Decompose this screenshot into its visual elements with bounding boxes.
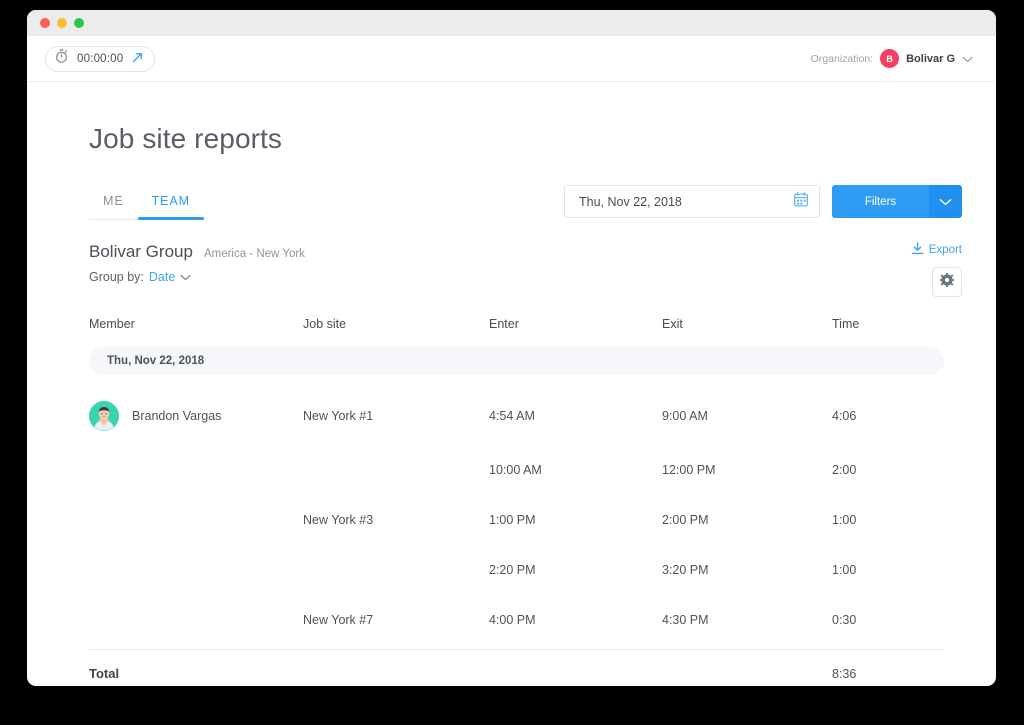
column-header-member: Member [89, 317, 303, 331]
organization-name: Bolivar G [906, 53, 955, 65]
table-row[interactable]: New York #7 4:00 PM 4:30 PM 0:30 [89, 595, 944, 645]
cell-exit: 2:00 PM [662, 513, 832, 527]
group-by-value[interactable]: Date [149, 270, 175, 284]
cell-time: 0:30 [832, 613, 944, 627]
close-window-button[interactable] [40, 18, 50, 28]
app-window: 00:00:00 Organization: B Bolivar G Job s… [27, 10, 996, 686]
date-group-band: Thu, Nov 22, 2018 [89, 347, 944, 375]
stopwatch-icon [55, 49, 68, 68]
controls-row: ME TEAM Thu, Nov 22, 2018 [89, 182, 962, 220]
date-picker-value: Thu, Nov 22, 2018 [579, 195, 682, 209]
organization-avatar: B [880, 49, 899, 68]
cell-member: Brandon Vargas [89, 401, 303, 431]
cell-enter: 4:54 AM [489, 409, 662, 423]
group-header: Bolivar Group America - New York Group b… [89, 242, 962, 297]
group-timezone: America - New York [204, 248, 305, 260]
chevron-down-icon[interactable] [962, 50, 973, 68]
chevron-down-icon[interactable] [180, 270, 191, 284]
table-row[interactable]: New York #3 1:00 PM 2:00 PM 1:00 [89, 495, 944, 545]
group-title-line: Bolivar Group America - New York [89, 242, 305, 262]
cell-job-site: New York #1 [303, 409, 489, 423]
timer-widget[interactable]: 00:00:00 [45, 46, 155, 72]
table-row[interactable]: 10:00 AM 12:00 PM 2:00 [89, 445, 944, 495]
cell-enter: 2:20 PM [489, 563, 662, 577]
tab-bar: ME TEAM [89, 182, 204, 220]
cell-job-site: New York #7 [303, 613, 489, 627]
settings-button[interactable] [932, 267, 962, 297]
traffic-lights [40, 18, 84, 28]
group-by-control: Group by: Date [89, 270, 305, 284]
organization-switcher[interactable]: Organization: B Bolivar G [811, 49, 973, 68]
column-header-time: Time [832, 317, 944, 331]
arrow-up-right-icon[interactable] [132, 50, 143, 68]
table-header-row: Member Job site Enter Exit Time [89, 307, 944, 341]
cell-exit: 4:30 PM [662, 613, 832, 627]
window-titlebar [27, 10, 996, 36]
column-header-exit: Exit [662, 317, 832, 331]
right-controls: Thu, Nov 22, 2018 [564, 185, 962, 218]
minimize-window-button[interactable] [57, 18, 67, 28]
date-picker[interactable]: Thu, Nov 22, 2018 [564, 185, 820, 218]
cell-enter: 1:00 PM [489, 513, 662, 527]
group-by-label: Group by: [89, 270, 144, 284]
maximize-window-button[interactable] [74, 18, 84, 28]
table-total-row: Total 8:36 [89, 650, 944, 686]
avatar [89, 401, 119, 431]
group-header-left: Bolivar Group America - New York Group b… [89, 242, 305, 284]
tab-team[interactable]: TEAM [138, 194, 204, 219]
page-content: Job site reports ME TEAM Thu, Nov 22, 20… [27, 82, 996, 686]
cell-exit: 12:00 PM [662, 463, 832, 477]
table-row[interactable]: 2:20 PM 3:20 PM 1:00 [89, 545, 944, 595]
column-header-enter: Enter [489, 317, 662, 331]
filters-button[interactable]: Filters [832, 185, 962, 218]
group-name: Bolivar Group [89, 242, 193, 262]
column-header-job-site: Job site [303, 317, 489, 331]
export-button-label: Export [929, 244, 962, 256]
download-icon [911, 242, 924, 258]
gear-icon [939, 272, 955, 293]
table-row[interactable]: Brandon Vargas New York #1 4:54 AM 9:00 … [89, 387, 944, 445]
chevron-down-icon[interactable] [929, 185, 962, 218]
calendar-icon[interactable] [794, 192, 808, 212]
cell-time: 1:00 [832, 513, 944, 527]
export-button[interactable]: Export [911, 242, 962, 258]
cell-exit: 9:00 AM [662, 409, 832, 423]
cell-time: 1:00 [832, 563, 944, 577]
total-value: 8:36 [832, 667, 856, 681]
page-title: Job site reports [89, 123, 966, 155]
cell-exit: 3:20 PM [662, 563, 832, 577]
cell-time: 2:00 [832, 463, 944, 477]
group-header-right: Export [911, 242, 962, 297]
member-name: Brandon Vargas [132, 409, 221, 423]
cell-enter: 4:00 PM [489, 613, 662, 627]
organization-label: Organization: [811, 53, 873, 65]
app-topbar: 00:00:00 Organization: B Bolivar G [27, 36, 996, 82]
tab-me[interactable]: ME [89, 194, 138, 219]
cell-job-site: New York #3 [303, 513, 489, 527]
filters-button-label: Filters [832, 185, 929, 218]
timer-value: 00:00:00 [77, 53, 123, 65]
cell-time: 4:06 [832, 409, 944, 423]
reports-table: Member Job site Enter Exit Time Thu, Nov… [89, 307, 944, 686]
total-label: Total [89, 666, 303, 681]
cell-enter: 10:00 AM [489, 463, 662, 477]
